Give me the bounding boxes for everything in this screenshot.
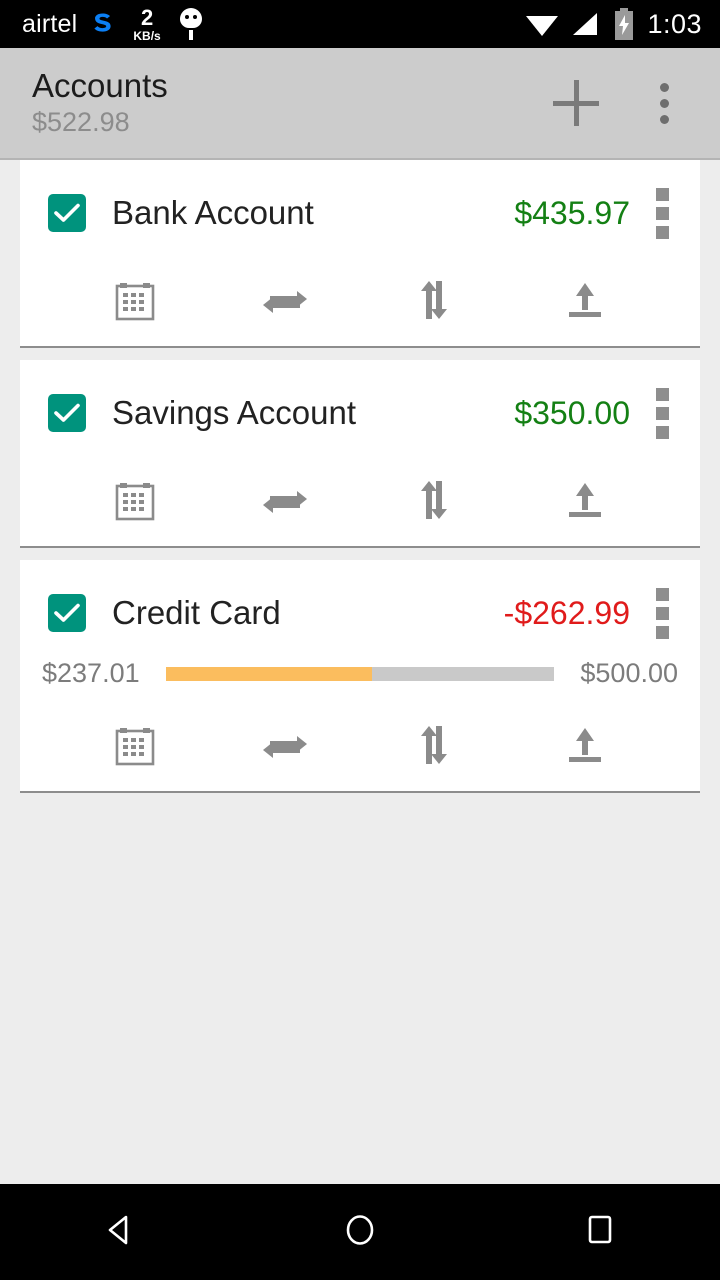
network-speed-value: 2 [140, 4, 154, 30]
total-balance-label: $522.98 [32, 107, 130, 138]
calendar-icon [115, 279, 155, 321]
account-name: Savings Account [112, 394, 356, 431]
account-name: Bank Account [112, 194, 314, 231]
nav-back-button[interactable] [60, 1184, 180, 1280]
carrier-label: airtel [22, 9, 78, 38]
network-speed-indicator: 2 KB/s [133, 4, 161, 43]
account-overflow-button[interactable] [650, 387, 674, 439]
status-bar-right: 1:03 [525, 8, 720, 40]
account-balance: $435.97 [514, 194, 630, 231]
account-overflow-button[interactable] [650, 187, 674, 239]
toolbar-actions [544, 71, 720, 135]
app-screen: airtel 2 KB/s 1:03 Accounts $522.98 Bank… [0, 0, 720, 1280]
export-icon [563, 724, 607, 766]
account-action-calendar-button[interactable] [60, 272, 210, 328]
nav-recents-button[interactable] [540, 1184, 660, 1280]
accounts-list: Bank Account $435.97 Savings Account $35… [0, 160, 720, 805]
skype-icon [87, 7, 121, 41]
account-balance: $350.00 [514, 394, 630, 431]
account-action-export-button[interactable] [510, 472, 660, 528]
account-action-transfer-button[interactable] [360, 717, 510, 773]
account-action-export-button[interactable] [510, 717, 660, 773]
export-icon [563, 479, 607, 521]
recents-square-icon [580, 1210, 620, 1255]
account-overflow-button[interactable] [650, 587, 674, 639]
account-checkbox[interactable] [48, 194, 86, 232]
account-action-transfer-button[interactable] [360, 472, 510, 528]
account-card-header: Savings Account $350.00 [20, 382, 700, 444]
system-navigation-bar [0, 1184, 720, 1280]
recurring-icon [261, 280, 309, 320]
page-title: Accounts [32, 67, 168, 104]
battery-charging-icon [613, 8, 635, 40]
account-card[interactable]: Bank Account $435.97 [20, 160, 700, 348]
transfer-icon [417, 477, 453, 523]
transfer-icon [417, 722, 453, 768]
credit-usage-progress-bar [165, 666, 555, 681]
account-card[interactable]: Credit Card -$262.99 $237.01 $500.00 [20, 560, 700, 793]
account-name: Credit Card [112, 594, 281, 631]
account-action-recurring-button[interactable] [210, 717, 360, 773]
account-action-calendar-button[interactable] [60, 717, 210, 773]
account-balance: -$262.99 [503, 594, 630, 631]
wifi-full-icon [525, 11, 559, 37]
app-toolbar: Accounts $522.98 [0, 48, 720, 160]
account-action-export-button[interactable] [510, 272, 660, 328]
status-bar-clock: 1:03 [647, 8, 702, 39]
account-action-calendar-button[interactable] [60, 472, 210, 528]
toolbar-titles: Accounts $522.98 [0, 67, 168, 138]
credit-limit-amount: $500.00 [580, 658, 678, 688]
recurring-icon [261, 480, 309, 520]
status-bar: airtel 2 KB/s 1:03 [0, 0, 720, 48]
overflow-menu-icon [659, 82, 669, 124]
credit-usage-progress-fill [165, 666, 372, 681]
plus-icon [553, 80, 599, 126]
add-account-button[interactable] [544, 71, 608, 135]
calendar-icon [115, 479, 155, 521]
account-action-row [20, 689, 700, 773]
calendar-icon [115, 724, 155, 766]
account-action-recurring-button[interactable] [210, 472, 360, 528]
home-circle-icon [340, 1210, 380, 1255]
account-card[interactable]: Savings Account $350.00 [20, 360, 700, 548]
account-action-recurring-button[interactable] [210, 272, 360, 328]
recurring-icon [261, 725, 309, 765]
account-action-row [20, 244, 700, 328]
network-speed-unit: KB/s [133, 28, 161, 43]
account-action-transfer-button[interactable] [360, 272, 510, 328]
transfer-icon [417, 277, 453, 323]
available-amount: $237.01 [42, 658, 140, 688]
toolbar-overflow-button[interactable] [632, 71, 696, 135]
account-checkbox[interactable] [48, 594, 86, 632]
nav-home-button[interactable] [300, 1184, 420, 1280]
cell-signal-icon [571, 11, 601, 37]
account-action-row [20, 444, 700, 528]
status-bar-left: airtel 2 KB/s [0, 4, 203, 43]
export-icon [563, 279, 607, 321]
credit-limit-row: $237.01 $500.00 [20, 644, 700, 689]
account-card-header: Credit Card -$262.99 [20, 582, 700, 644]
android-head-icon [179, 8, 203, 40]
back-triangle-icon [100, 1210, 140, 1255]
account-checkbox[interactable] [48, 394, 86, 432]
account-card-header: Bank Account $435.97 [20, 182, 700, 244]
